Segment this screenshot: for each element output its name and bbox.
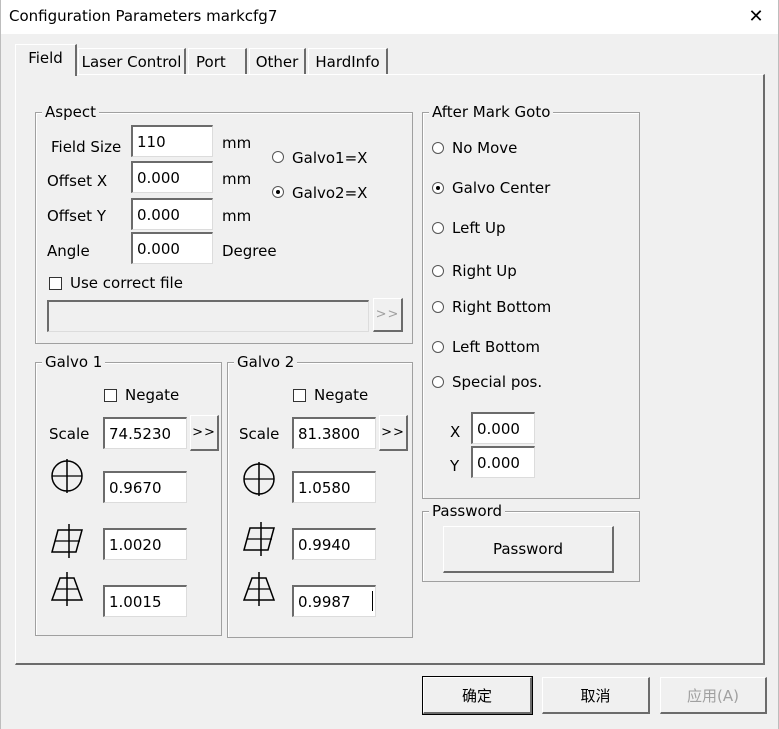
galvo1-barrel-input[interactable]	[103, 471, 187, 503]
galvo2-scale-button[interactable]: >>	[379, 415, 408, 451]
galvo1-negate-label: Negate	[125, 386, 180, 404]
after-mark-left-up-radio[interactable]	[432, 222, 444, 234]
correct-file-path-input[interactable]	[47, 300, 369, 332]
after-mark-galvo-center-radio[interactable]	[432, 182, 444, 194]
offset-x-label: Offset X	[47, 172, 108, 190]
tab-field[interactable]: Field	[15, 44, 77, 76]
galvo2-barrel-input[interactable]	[292, 471, 376, 503]
galvo1-x-radio[interactable]	[272, 151, 284, 163]
galvo2-negate-checkbox[interactable]	[293, 389, 306, 402]
special-y-input[interactable]	[471, 446, 535, 478]
after-mark-option-label: Right Up	[452, 262, 517, 280]
trapezoid-distortion-icon	[242, 572, 276, 606]
group-label: Password	[429, 501, 506, 521]
ok-button[interactable]: 确定	[422, 676, 533, 715]
after-mark-left-bottom-radio[interactable]	[432, 341, 444, 353]
offset-x-input[interactable]	[131, 161, 213, 193]
tab-laser-control[interactable]: Laser Control	[78, 48, 186, 76]
correct-file-browse-button[interactable]: >>	[373, 298, 403, 332]
offset-y-label: Offset Y	[47, 207, 106, 225]
field-size-input[interactable]	[131, 125, 213, 157]
after-mark-option-label: No Move	[452, 139, 518, 157]
group-label: After Mark Goto	[429, 102, 554, 122]
close-icon[interactable]: ✕	[743, 4, 769, 30]
after-mark-right-bottom-radio[interactable]	[432, 301, 444, 313]
tab-label: Laser Control	[81, 53, 182, 71]
after-mark-option-label: Left Bottom	[452, 338, 541, 356]
after-mark-option-label: Special pos.	[452, 373, 543, 391]
tab-label: Other	[255, 53, 299, 71]
group-label: Galvo 2	[234, 352, 298, 372]
offset-x-unit: mm	[222, 170, 252, 188]
field-size-unit: mm	[222, 134, 252, 152]
galvo1-scale-label: Scale	[49, 425, 90, 443]
barrel-distortion-icon	[243, 462, 275, 496]
config-dialog: Configuration Parameters markcfg7 ✕ Fiel…	[0, 0, 779, 729]
trapezoid-distortion-icon	[50, 572, 84, 606]
window-title: Configuration Parameters markcfg7	[9, 7, 278, 25]
galvo2-x-label: Galvo2=X	[292, 184, 368, 202]
after-mark-option-label: Galvo Center	[452, 179, 551, 197]
after-mark-special-pos-radio[interactable]	[432, 376, 444, 388]
title-bar: Configuration Parameters markcfg7 ✕	[1, 0, 778, 34]
tab-port[interactable]: Port	[188, 48, 247, 76]
after-mark-no-move-radio[interactable]	[432, 142, 444, 154]
group-label: Aspect	[42, 102, 99, 122]
galvo1-parallelogram-input[interactable]	[103, 528, 187, 560]
tab-hardinfo[interactable]: HardInfo	[308, 48, 388, 76]
parallelogram-distortion-icon	[51, 524, 83, 558]
password-button[interactable]: Password	[443, 526, 614, 573]
use-correct-file-label: Use correct file	[70, 274, 183, 292]
special-y-label: Y	[450, 457, 460, 475]
special-x-label: X	[450, 423, 461, 441]
galvo1-scale-button[interactable]: >>	[190, 415, 219, 451]
tab-label: HardInfo	[315, 53, 380, 71]
after-mark-option-label: Right Bottom	[452, 298, 552, 316]
tab-other[interactable]: Other	[249, 48, 306, 76]
apply-button[interactable]: 应用(A)	[660, 677, 767, 714]
galvo1-trapezoid-input[interactable]	[103, 585, 187, 617]
offset-y-input[interactable]	[131, 198, 213, 230]
angle-unit: Degree	[222, 242, 277, 260]
offset-y-unit: mm	[222, 207, 252, 225]
special-x-input[interactable]	[471, 412, 535, 444]
galvo2-x-radio[interactable]	[272, 186, 284, 198]
field-size-label: Field Size	[51, 138, 122, 156]
parallelogram-distortion-icon	[243, 522, 275, 556]
cancel-button[interactable]: 取消	[542, 677, 650, 714]
angle-input[interactable]	[131, 232, 213, 264]
tab-label: Field	[28, 49, 63, 67]
galvo2-scale-label: Scale	[239, 425, 280, 443]
galvo1-scale-input[interactable]	[103, 417, 187, 449]
galvo2-negate-label: Negate	[314, 386, 369, 404]
barrel-distortion-icon	[51, 459, 83, 493]
use-correct-file-checkbox[interactable]	[49, 277, 62, 290]
galvo2-trapezoid-input[interactable]	[292, 585, 376, 617]
angle-label: Angle	[47, 242, 90, 260]
group-label: Galvo 1	[42, 352, 106, 372]
galvo2-scale-input[interactable]	[292, 417, 376, 449]
tab-label: Port	[196, 53, 226, 71]
galvo1-x-label: Galvo1=X	[292, 149, 368, 167]
after-mark-right-up-radio[interactable]	[432, 265, 444, 277]
galvo1-negate-checkbox[interactable]	[104, 389, 117, 402]
galvo2-parallelogram-input[interactable]	[292, 528, 376, 560]
after-mark-option-label: Left Up	[452, 219, 506, 237]
text-caret	[372, 591, 373, 611]
